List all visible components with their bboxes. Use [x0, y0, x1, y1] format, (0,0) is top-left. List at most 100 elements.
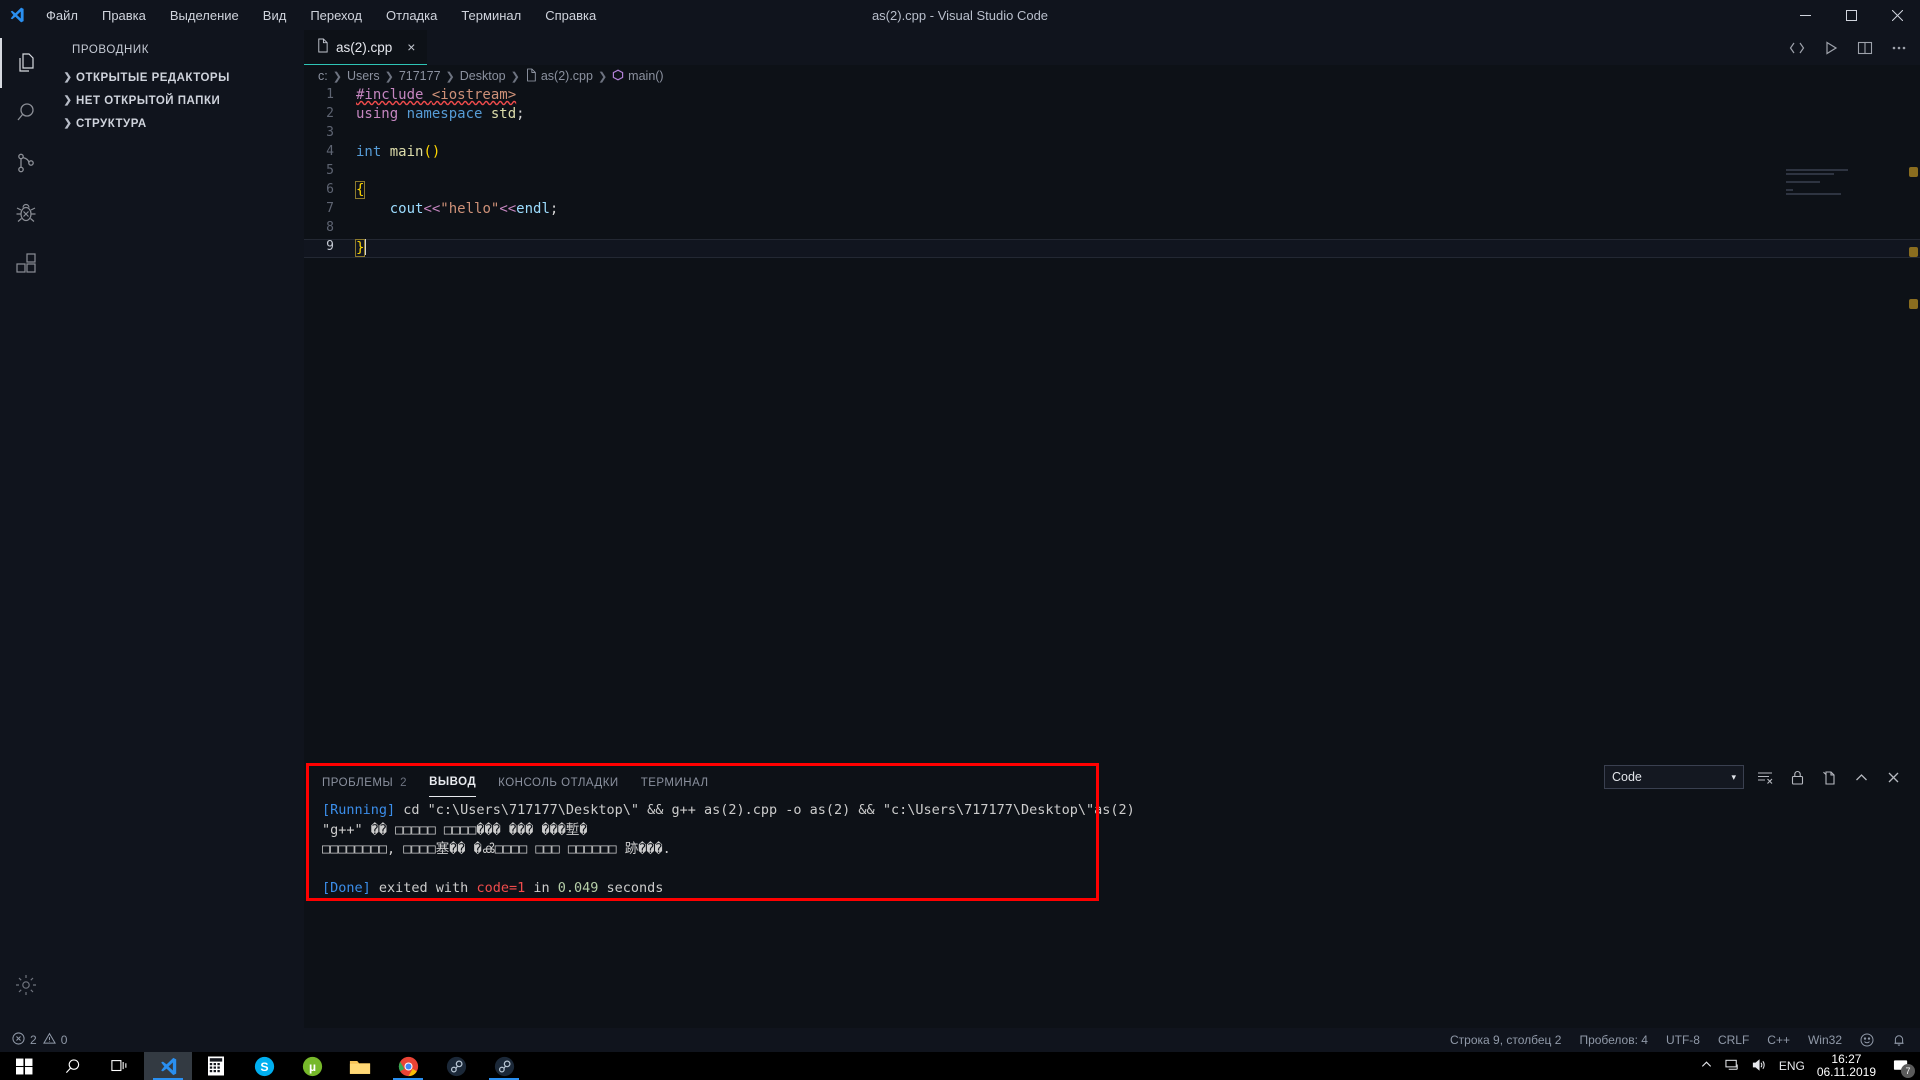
tab-output[interactable]: ВЫВОД	[429, 776, 476, 797]
code-line[interactable]: 9}	[304, 239, 1920, 258]
calculator-taskbar-icon[interactable]	[192, 1052, 240, 1080]
clock[interactable]: 16:27 06.11.2019	[1817, 1053, 1876, 1079]
start-button[interactable]	[0, 1052, 48, 1080]
code-editor[interactable]: 1 #include <iostream> 2 using namespace std…	[304, 87, 1920, 807]
scroll-decoration-warning	[1909, 247, 1918, 257]
menu-item-file[interactable]: Файл	[34, 4, 90, 27]
extensions-icon[interactable]	[0, 238, 52, 288]
task-view-icon[interactable]	[96, 1052, 144, 1080]
menu-item-go[interactable]: Переход	[298, 4, 374, 27]
menu-item-debug[interactable]: Отладка	[374, 4, 449, 27]
notification-center-icon[interactable]: 7	[1888, 1052, 1914, 1080]
tab-terminal[interactable]: ТЕРМИНАЛ	[641, 777, 709, 797]
sidebar-section-open-editors[interactable]: ❯ ОТКРЫТЫЕ РЕДАКТОРЫ	[52, 66, 304, 89]
code-line[interactable]: 3	[304, 125, 1920, 144]
code-token: namespace	[407, 106, 491, 122]
explorer-icon[interactable]	[0, 38, 52, 88]
breadcrumb-item-desktop[interactable]: Desktop	[460, 69, 506, 83]
breadcrumb-item-drive[interactable]: c:	[318, 69, 328, 83]
output-channel-select[interactable]: Code ▾	[1604, 765, 1744, 789]
lock-scroll-icon[interactable]	[1786, 766, 1808, 788]
code-line[interactable]: 5	[304, 163, 1920, 182]
minimap[interactable]	[1786, 169, 1906, 209]
vscode-taskbar-icon[interactable]	[144, 1052, 192, 1080]
code-line[interactable]: 2 using namespace std;	[304, 106, 1920, 125]
menu-bar[interactable]: Файл Правка Выделение Вид Переход Отладк…	[34, 4, 608, 27]
chevron-up-icon[interactable]	[1700, 1058, 1713, 1074]
code-token: main	[390, 144, 424, 160]
split-editor-icon[interactable]	[1850, 33, 1880, 63]
volume-icon[interactable]	[1752, 1058, 1767, 1075]
search-taskbar-icon[interactable]	[48, 1052, 96, 1080]
language-mode[interactable]: C++	[1767, 1033, 1790, 1047]
network-icon[interactable]	[1725, 1058, 1740, 1075]
breadcrumb-item-users[interactable]: Users	[347, 69, 380, 83]
sidebar-section-outline[interactable]: ❯ СТРУКТУРА	[52, 112, 304, 135]
close-panel-icon[interactable]	[1882, 766, 1904, 788]
done-in: in	[525, 880, 558, 896]
chrome-taskbar-icon[interactable]	[384, 1052, 432, 1080]
error-icon	[12, 1032, 25, 1048]
menu-item-help[interactable]: Справка	[533, 4, 608, 27]
code-line[interactable]: 8	[304, 220, 1920, 239]
source-control-icon[interactable]	[0, 138, 52, 188]
maximize-icon[interactable]	[1828, 0, 1874, 30]
explorer-taskbar-icon[interactable]	[336, 1052, 384, 1080]
minimize-icon[interactable]	[1782, 0, 1828, 30]
code-line[interactable]: 4 int main()	[304, 144, 1920, 163]
line-number: 4	[304, 144, 356, 163]
code-line[interactable]: 7 cout<<"hello"<<endl;	[304, 201, 1920, 220]
skype-taskbar-icon[interactable]: S	[240, 1052, 288, 1080]
running-command: cd "c:\Users\717177\Desktop\" && g++ as(…	[395, 802, 1135, 818]
menu-item-view[interactable]: Вид	[251, 4, 299, 27]
panel-tab-bar: ПРОБЛЕМЫ 2 ВЫВОД КОНСОЛЬ ОТЛАДКИ ТЕРМИНА…	[304, 762, 1920, 797]
maximize-panel-icon[interactable]	[1850, 766, 1872, 788]
feedback-smiley-icon[interactable]	[1860, 1033, 1874, 1047]
cursor-position[interactable]: Строка 9, столбец 2	[1450, 1033, 1561, 1047]
menu-item-edit[interactable]: Правка	[90, 4, 158, 27]
panel-tab-label: ТЕРМИНАЛ	[641, 777, 709, 789]
utorrent-taskbar-icon[interactable]: µ	[288, 1052, 336, 1080]
tab-problems[interactable]: ПРОБЛЕМЫ 2	[322, 777, 407, 797]
breadcrumb[interactable]: c: ❯ Users ❯ 717177 ❯ Desktop ❯ as(2).cp…	[304, 65, 1920, 87]
sidebar-section-no-folder[interactable]: ❯ НЕТ ОТКРЫТОЙ ПАПКИ	[52, 89, 304, 112]
close-icon[interactable]	[1874, 0, 1920, 30]
more-actions-icon[interactable]	[1884, 33, 1914, 63]
tab-debug-console[interactable]: КОНСОЛЬ ОТЛАДКИ	[498, 777, 619, 797]
breadcrumb-item-file[interactable]: as(2).cpp	[525, 68, 593, 85]
breadcrumb-item-symbol[interactable]: main()	[612, 69, 663, 84]
notifications-bell-icon[interactable]	[1892, 1033, 1906, 1047]
language-indicator[interactable]: ENG	[1779, 1059, 1805, 1073]
code-line[interactable]: 1 #include <iostream>	[304, 87, 1920, 106]
close-icon[interactable]: ×	[407, 39, 415, 55]
menu-item-terminal[interactable]: Терминал	[449, 4, 533, 27]
code-line[interactable]: 6{	[304, 182, 1920, 201]
search-icon[interactable]	[0, 88, 52, 138]
code-token: <iostream>	[432, 87, 516, 103]
steam-taskbar-icon[interactable]	[432, 1052, 480, 1080]
encoding[interactable]: UTF-8	[1666, 1033, 1700, 1047]
menu-item-selection[interactable]: Выделение	[158, 4, 251, 27]
code-token: int	[356, 144, 390, 160]
status-warnings[interactable]: 0	[43, 1032, 68, 1048]
status-bar-left: 2 0	[0, 1032, 67, 1048]
run-play-icon[interactable]	[1816, 33, 1846, 63]
steam2-taskbar-icon[interactable]	[480, 1052, 528, 1080]
output-content[interactable]: [Running] cd "c:\Users\717177\Desktop\" …	[304, 797, 1920, 899]
code-lines[interactable]: 1 #include <iostream> 2 using namespace std…	[304, 87, 1920, 258]
eol[interactable]: CRLF	[1718, 1033, 1749, 1047]
open-in-editor-icon[interactable]	[1818, 766, 1840, 788]
breadcrumb-item-717177[interactable]: 717177	[399, 69, 441, 83]
sidebar-section-label: НЕТ ОТКРЫТОЙ ПАПКИ	[76, 95, 220, 107]
debug-icon[interactable]	[0, 188, 52, 238]
clear-output-icon[interactable]	[1754, 766, 1776, 788]
code-token: #include	[356, 87, 432, 103]
status-errors[interactable]: 2	[12, 1032, 37, 1048]
run-code-icon[interactable]	[1782, 33, 1812, 63]
indentation[interactable]: Пробелов: 4	[1579, 1033, 1648, 1047]
window-controls[interactable]	[1782, 0, 1920, 30]
tab-as2-cpp[interactable]: as(2).cpp ×	[304, 30, 427, 65]
platform[interactable]: Win32	[1808, 1033, 1842, 1047]
chevron-right-icon: ❯	[511, 70, 520, 83]
gear-icon[interactable]	[0, 960, 52, 1010]
